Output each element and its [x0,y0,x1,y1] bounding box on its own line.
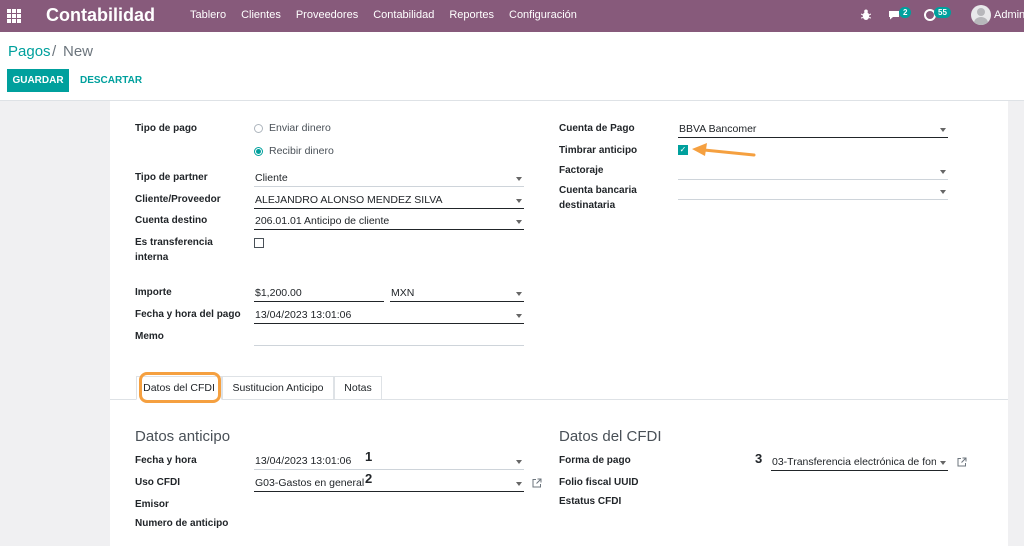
caret-down-icon [940,190,946,194]
cliente-value: ALEJANDRO ALONSO MENDEZ SILVA [255,194,443,206]
section-title-cfdi: Datos del CFDI [559,428,662,445]
radio-label: Enviar dinero [269,122,331,134]
tipo-pago-label: Tipo de pago [135,123,198,134]
importe-input[interactable]: $1,200.00 [254,285,384,302]
estatus-cfdi-label: Estatus CFDI [559,496,622,507]
fecha-hora-label: Fecha y hora [135,455,197,466]
uso-cfdi-select[interactable]: G03-Gastos en general [254,475,524,492]
uso-cfdi-label: Uso CFDI [135,477,180,488]
form-sheet: Tipo de pago Enviar dinero Recibir diner… [110,101,1008,546]
cuenta-bancaria-label: Cuenta bancaria [559,185,637,196]
caret-down-icon [516,199,522,203]
breadcrumb-pagos[interactable]: Pagos [8,43,51,60]
currency-value: MXN [391,287,415,299]
folio-fiscal-label: Folio fiscal UUID [559,477,639,488]
factoraje-label: Factoraje [559,165,604,176]
menu-item-configuracion[interactable]: Configuración [509,9,577,21]
fecha-hora-input[interactable]: 13/04/2023 13:01:06 [254,453,524,470]
user-name[interactable]: Admin [994,9,1024,21]
factoraje-select[interactable] [678,163,948,180]
fecha-pago-label: Fecha y hora del pago [135,309,241,320]
caret-down-icon [940,461,946,465]
breadcrumb-current: New [63,43,94,60]
section-title-anticipo: Datos anticipo [135,428,231,445]
tab-notas[interactable]: Notas [334,376,382,400]
arrow-annotation-icon [692,143,756,157]
fecha-pago-value: 13/04/2023 13:01:06 [255,309,352,321]
breadcrumb-separator: / [52,43,57,60]
annotation-number-1: 1 [365,449,373,464]
memo-input[interactable] [254,329,524,346]
external-link-icon[interactable] [532,478,542,488]
cuenta-bancaria-select[interactable] [678,183,948,200]
importe-value: 1,200.00 [260,287,302,299]
activity-count-badge: 55 [934,7,951,18]
importe-label: Importe [135,287,172,298]
tipo-partner-value: Cliente [255,172,288,184]
menu-item-proveedores[interactable]: Proveedores [296,9,358,21]
cuenta-pago-select[interactable]: BBVA Bancomer [678,121,948,138]
fecha-pago-input[interactable]: 13/04/2023 13:01:06 [254,307,524,324]
fecha-hora-value: 13/04/2023 13:01:06 [255,455,352,467]
control-panel: Pagos / New GUARDAR DESCARTAR [0,32,1024,101]
cuenta-bancaria-label-2: destinataria [559,200,616,211]
cuenta-destino-label: Cuenta destino [135,215,208,226]
main-menu: Tablero Clientes Proveedores Contabilida… [190,9,592,21]
es-transferencia-label: Es transferencia [135,237,213,248]
timbrar-checkbox[interactable]: ✓ [678,145,688,155]
discard-button[interactable]: DESCARTAR [76,69,146,92]
menu-item-clientes[interactable]: Clientes [241,9,281,21]
caret-down-icon [516,460,522,464]
numero-anticipo-label: Numero de anticipo [135,518,229,529]
cuenta-destino-value: 206.01.01 Anticipo de cliente [255,215,390,227]
chat-count-badge: 2 [899,7,912,18]
emisor-label: Emisor [135,499,169,510]
app-title[interactable]: Contabilidad [46,5,155,26]
menu-item-tablero[interactable]: Tablero [190,9,226,21]
caret-down-icon [516,314,522,318]
cuenta-pago-value: BBVA Bancomer [679,123,757,135]
forma-pago-label: Forma de pago [559,455,631,466]
save-button[interactable]: GUARDAR [7,69,69,92]
annotation-number-2: 2 [365,471,373,486]
cuenta-destino-select[interactable]: 206.01.01 Anticipo de cliente [254,213,524,230]
forma-pago-select[interactable]: 03-Transferencia electrónica de fondos [771,454,948,471]
es-transferencia-checkbox[interactable] [254,238,264,248]
menu-item-contabilidad[interactable]: Contabilidad [373,9,434,21]
caret-down-icon [940,170,946,174]
radio-recibir-dinero[interactable]: Recibir dinero [254,145,334,157]
avatar[interactable] [971,5,991,25]
caret-down-icon [516,177,522,181]
radio-enviar-dinero[interactable]: Enviar dinero [254,122,331,134]
caret-down-icon [940,128,946,132]
tab-sustitucion-anticipo[interactable]: Sustitucion Anticipo [222,376,334,400]
es-transferencia-label-2: interna [135,252,169,263]
tipo-partner-label: Tipo de partner [135,172,208,183]
apps-grid-icon[interactable] [7,9,21,23]
top-navbar: Contabilidad Tablero Clientes Proveedore… [0,0,1024,32]
radio-label: Recibir dinero [269,145,334,157]
radio-button[interactable] [254,123,263,133]
menu-item-reportes[interactable]: Reportes [449,9,494,21]
external-link-icon[interactable] [957,457,967,467]
cliente-label: Cliente/Proveedor [135,194,221,205]
caret-down-icon [516,482,522,486]
currency-select[interactable]: MXN [390,285,524,302]
uso-cfdi-value: G03-Gastos en general [255,477,365,489]
memo-label: Memo [135,331,164,342]
caret-down-icon [516,220,522,224]
timbrar-label: Timbrar anticipo [559,145,638,156]
tab-highlight-ring [139,372,221,403]
tipo-partner-select[interactable]: Cliente [254,170,524,187]
cliente-select[interactable]: ALEJANDRO ALONSO MENDEZ SILVA [254,192,524,209]
forma-pago-value: 03-Transferencia electrónica de fondos [772,456,948,468]
caret-down-icon [516,292,522,296]
annotation-number-3: 3 [755,451,763,466]
radio-button-selected[interactable] [254,146,263,156]
cuenta-pago-label: Cuenta de Pago [559,123,635,134]
bug-icon[interactable] [861,9,871,21]
